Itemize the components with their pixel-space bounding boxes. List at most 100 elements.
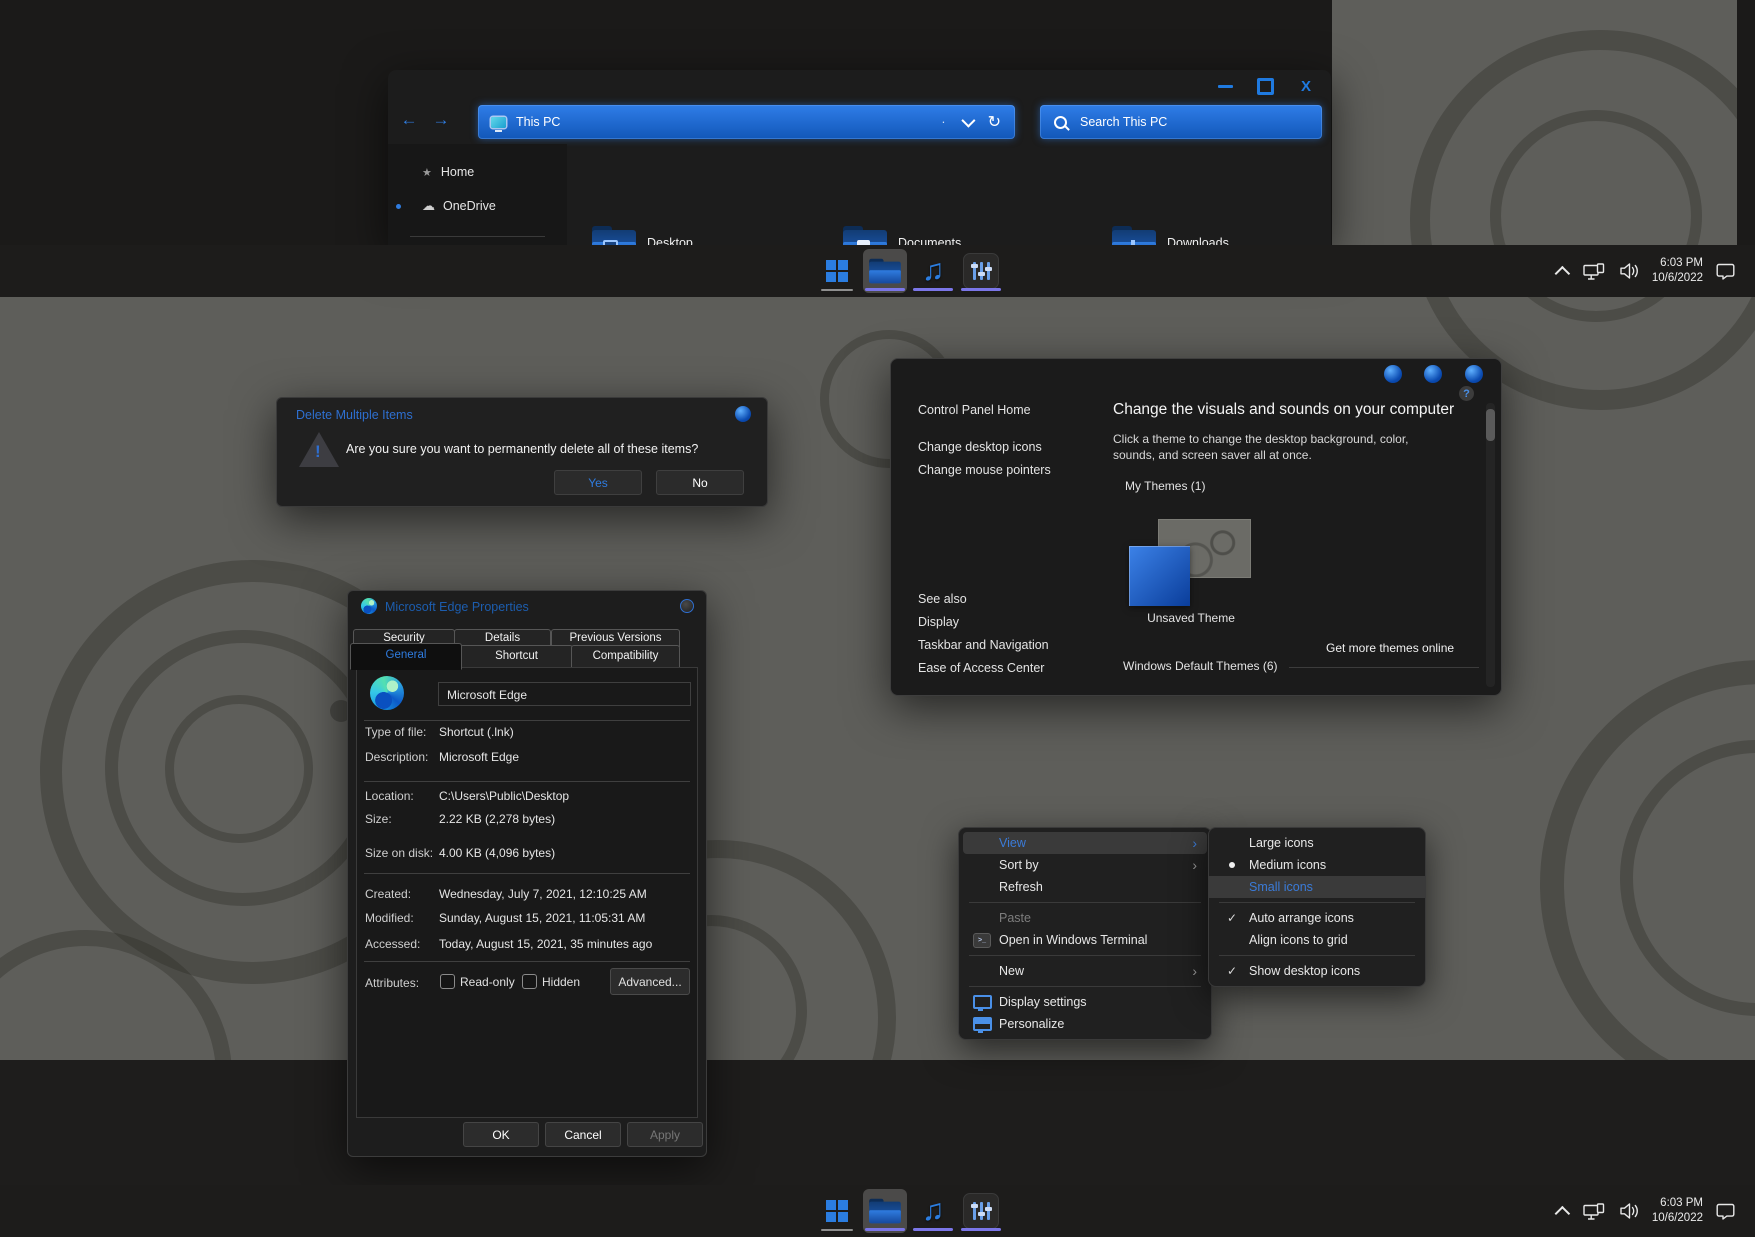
hidden-label: Hidden xyxy=(542,975,580,989)
file-name-field[interactable]: Microsoft Edge xyxy=(438,682,691,706)
back-button[interactable]: ← xyxy=(396,107,422,133)
link-ease-of-access[interactable]: Ease of Access Center xyxy=(918,661,1044,675)
field-size: Size: 2.22 KB (2,278 bytes) xyxy=(365,812,691,828)
wallpaper-ring xyxy=(165,695,313,843)
minimize-button[interactable] xyxy=(1212,78,1238,94)
scrollbar-thumb[interactable] xyxy=(1486,409,1495,441)
default-themes-header: Windows Default Themes (6) xyxy=(1123,659,1278,673)
field-label: Type of file: xyxy=(365,725,439,741)
forward-button[interactable]: → xyxy=(428,107,454,133)
start-button[interactable] xyxy=(815,249,859,293)
no-button[interactable]: No xyxy=(656,470,744,495)
tray-chevron-up-icon[interactable] xyxy=(1554,265,1570,281)
search-box[interactable]: Search This PC xyxy=(1040,105,1322,139)
address-bar[interactable]: This PC · ↻ xyxy=(478,105,1015,139)
scrollbar[interactable] xyxy=(1486,403,1495,687)
taskbar-clock[interactable]: 6:03 PM 10/6/2022 xyxy=(1652,1196,1703,1226)
system-tray: 6:03 PM 10/6/2022 xyxy=(1559,1185,1735,1237)
refresh-icon[interactable]: ↻ xyxy=(988,112,1001,132)
field-label: Size: xyxy=(365,812,439,828)
terminal-icon: >_ xyxy=(972,933,992,948)
chevron-down-icon[interactable] xyxy=(961,114,975,128)
link-taskbar-navigation[interactable]: Taskbar and Navigation xyxy=(918,638,1049,652)
yes-button[interactable]: Yes xyxy=(554,470,642,495)
read-only-checkbox[interactable] xyxy=(440,974,455,989)
taskbar-file-explorer[interactable] xyxy=(863,1189,907,1233)
taskbar-mixer-app[interactable] xyxy=(959,1189,1003,1233)
sidebar-divider xyxy=(410,236,545,237)
field-label: Size on disk: xyxy=(365,846,439,862)
menu-item-display-settings[interactable]: Display settings xyxy=(963,991,1207,1013)
submenu-item-show-desktop-icons[interactable]: ✓ Show desktop icons xyxy=(1213,960,1421,982)
link-change-desktop-icons[interactable]: Change desktop icons xyxy=(918,440,1042,454)
tab-shortcut[interactable]: Shortcut xyxy=(460,645,573,668)
submenu-item-small-icons[interactable]: Small icons xyxy=(1209,876,1425,898)
field-label: Description: xyxy=(365,750,439,766)
backdrop-top-right xyxy=(1737,0,1755,245)
tab-general[interactable]: General xyxy=(350,643,462,670)
menu-item-open-terminal[interactable]: >_ Open in Windows Terminal xyxy=(963,929,1207,951)
menu-item-new[interactable]: New › xyxy=(963,960,1207,982)
search-icon xyxy=(1054,116,1067,129)
notification-icon[interactable] xyxy=(1716,263,1735,280)
taskbar-music-app[interactable]: ♫ xyxy=(911,1189,955,1233)
menu-item-refresh[interactable]: Refresh xyxy=(963,876,1207,898)
link-display[interactable]: Display xyxy=(918,615,959,629)
explorer-body: ★ Home ☁ OneDrive Desktop xyxy=(388,144,1331,245)
menu-item-personalize[interactable]: Personalize xyxy=(963,1013,1207,1035)
dialog-close-orb-icon[interactable] xyxy=(735,406,751,422)
taskbar-clock[interactable]: 6:03 PM 10/6/2022 xyxy=(1652,256,1703,286)
taskbar-music-app[interactable]: ♫ xyxy=(911,249,955,293)
menu-item-paste[interactable]: Paste xyxy=(963,907,1207,929)
properties-general-panel: Microsoft Edge Type of file: Shortcut (.… xyxy=(356,667,698,1118)
help-button[interactable]: ? xyxy=(1459,386,1474,401)
apply-button[interactable]: Apply xyxy=(627,1122,703,1147)
maximize-icon xyxy=(1257,78,1274,95)
speaker-icon[interactable] xyxy=(1619,263,1639,279)
submenu-item-large-icons[interactable]: Large icons xyxy=(1213,832,1421,854)
default-themes-divider xyxy=(1289,667,1479,668)
field-value: Wednesday, July 7, 2021, 12:10:25 AM xyxy=(439,887,647,903)
window-orb-maximize-icon[interactable] xyxy=(1424,365,1442,383)
theme-thumbnail-color[interactable] xyxy=(1129,546,1190,606)
submenu-item-align-grid[interactable]: Align icons to grid xyxy=(1213,929,1421,951)
dialog-close-orb-icon[interactable] xyxy=(680,599,694,613)
network-icon[interactable] xyxy=(1583,1203,1606,1220)
link-control-panel-home[interactable]: Control Panel Home xyxy=(918,403,1031,417)
windows-logo-icon xyxy=(826,260,848,282)
tab-compatibility[interactable]: Compatibility xyxy=(571,645,680,668)
taskbar-file-explorer[interactable] xyxy=(863,249,907,293)
tray-chevron-up-icon[interactable] xyxy=(1554,1205,1570,1221)
start-underline xyxy=(821,1229,853,1231)
menu-item-view[interactable]: View › xyxy=(963,832,1207,854)
system-tray: 6:03 PM 10/6/2022 xyxy=(1559,245,1735,297)
link-get-more-themes[interactable]: Get more themes online xyxy=(1326,641,1454,655)
window-orb-minimize-icon[interactable] xyxy=(1384,365,1402,383)
window-orb-close-icon[interactable] xyxy=(1465,365,1483,383)
advanced-button[interactable]: Advanced... xyxy=(610,968,690,995)
start-button[interactable] xyxy=(815,1189,859,1233)
speaker-icon[interactable] xyxy=(1619,1203,1639,1219)
sidebar-item-home[interactable]: ★ Home xyxy=(388,160,567,184)
field-modified: Modified: Sunday, August 15, 2021, 11:05… xyxy=(365,911,691,927)
field-created: Created: Wednesday, July 7, 2021, 12:10:… xyxy=(365,887,691,903)
windows-logo-icon xyxy=(826,1200,848,1222)
hidden-checkbox[interactable] xyxy=(522,974,537,989)
submenu-item-medium-icons[interactable]: Medium icons xyxy=(1213,854,1421,876)
ok-button[interactable]: OK xyxy=(463,1122,539,1147)
menu-separator xyxy=(969,955,1201,956)
maximize-button[interactable] xyxy=(1252,78,1278,94)
sidebar-item-onedrive[interactable]: ☁ OneDrive xyxy=(388,194,567,218)
minimize-icon xyxy=(1218,85,1233,88)
notification-icon[interactable] xyxy=(1716,1203,1735,1220)
field-label: Created: xyxy=(365,887,439,903)
cancel-button[interactable]: Cancel xyxy=(545,1122,621,1147)
close-button[interactable]: X xyxy=(1293,78,1319,94)
menu-item-sort-by[interactable]: Sort by › xyxy=(963,854,1207,876)
network-icon[interactable] xyxy=(1583,263,1606,280)
submenu-item-auto-arrange[interactable]: ✓ Auto arrange icons xyxy=(1213,907,1421,929)
taskbar-mixer-app[interactable] xyxy=(959,249,1003,293)
field-type-of-file: Type of file: Shortcut (.lnk) xyxy=(365,725,691,741)
field-description: Description: Microsoft Edge xyxy=(365,750,691,766)
link-change-mouse-pointers[interactable]: Change mouse pointers xyxy=(918,463,1051,477)
